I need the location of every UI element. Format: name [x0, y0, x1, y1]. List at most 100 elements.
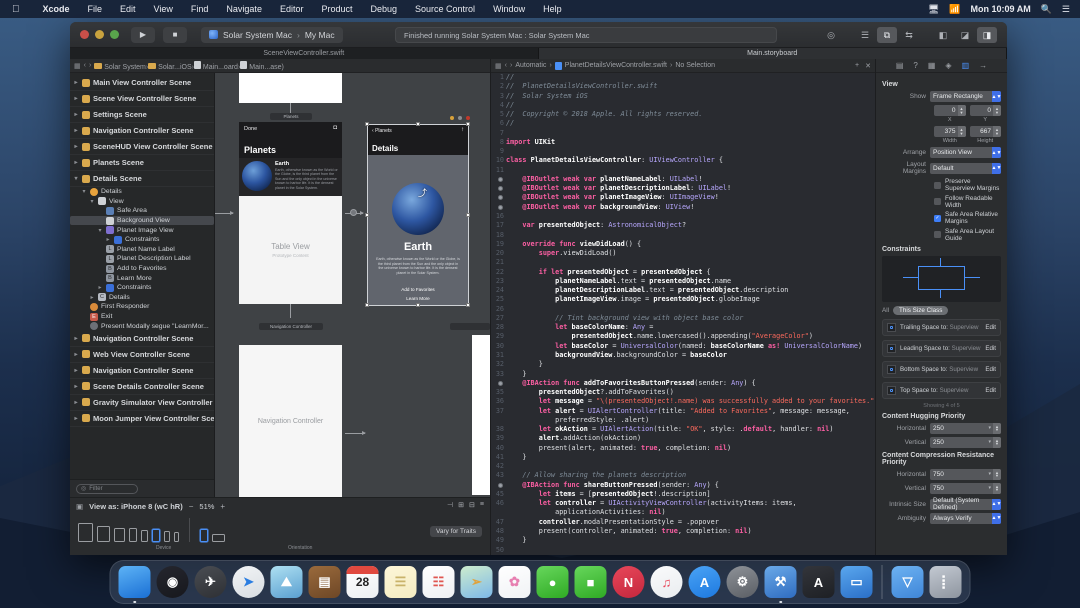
attributes-inspector-tab[interactable]: ◈ — [945, 61, 951, 70]
menu-file[interactable]: File — [79, 4, 112, 14]
disclosure-triangle[interactable]: ▾ — [73, 175, 79, 182]
segment-this-size-class[interactable]: This Size Class — [893, 305, 949, 315]
details-view-controller[interactable]: ‹ Planets ↑ Details Earth Earth, otherwi… — [367, 124, 469, 306]
dock-facetime[interactable]: ■ — [574, 566, 607, 598]
stepper[interactable]: ▲ ▼ — [993, 482, 1001, 494]
outline-item[interactable]: ▸ C Details — [70, 293, 214, 303]
identity-inspector-tab[interactable]: ▦ — [928, 61, 936, 70]
outline-item[interactable]: ▸ Settings Scene — [70, 107, 214, 123]
planets-book-icon[interactable]: ◘ — [333, 125, 337, 131]
outline-item[interactable]: ▸ Constraints — [70, 235, 214, 245]
code-line[interactable]: 1// — [491, 73, 875, 82]
dock-xcode[interactable]: ⚒ — [764, 566, 797, 603]
menu-product[interactable]: Product — [312, 4, 361, 14]
code-line[interactable]: 26 — [491, 305, 875, 314]
outline-item[interactable]: ▸ Moon Jumper View Controller Scene — [70, 411, 214, 427]
code-line[interactable]: 35 presentedObject?.addToFavorites() — [491, 388, 875, 397]
outline-filter-input[interactable]: ◎ Filter — [76, 483, 138, 494]
breadcrumb-segment[interactable]: Solar System — [102, 64, 146, 71]
jump-file[interactable]: PlanetDetailsViewController.swift — [565, 62, 667, 69]
code-line[interactable]: @IBAction func shareButtonPressed(sender… — [491, 481, 875, 490]
embed-button[interactable]: ⊟ — [469, 501, 475, 509]
stepper[interactable]: ▲ ▼ — [993, 422, 1001, 434]
details-back-button[interactable]: ‹ Planets — [372, 128, 392, 134]
checkbox[interactable]: ✓ — [934, 214, 941, 222]
code-line[interactable]: 42 — [491, 462, 875, 471]
jump-selection[interactable]: No Selection — [675, 62, 715, 69]
dock-notes[interactable]: ☰ — [384, 566, 417, 598]
x-field[interactable]: 0 ▲ ▼ — [934, 105, 966, 116]
minimize-window-button[interactable] — [95, 30, 104, 39]
height-field[interactable]: 667 ▲ ▼ — [969, 126, 1001, 137]
code-line[interactable]: @IBOutlet weak var planetDescriptionLabe… — [491, 184, 875, 193]
dock-preview[interactable]: ⛰ — [270, 566, 303, 598]
spotlight-icon[interactable]: 🔍 — [1041, 4, 1052, 15]
menu-find[interactable]: Find — [182, 4, 218, 14]
device-option-2[interactable] — [114, 528, 125, 542]
outline-item[interactable]: ▸ Navigation Controller Scene — [70, 331, 214, 347]
device-option-3[interactable] — [129, 528, 137, 542]
code-line[interactable]: 30 let baseColor = UniversalColor(named:… — [491, 342, 875, 351]
scheme-target[interactable]: My Mac — [305, 30, 335, 40]
checkbox[interactable] — [934, 198, 941, 205]
library-button[interactable]: ◎ — [821, 27, 841, 43]
disclosure-triangle[interactable]: ▸ — [73, 415, 79, 422]
code-line[interactable]: 48 present(controller, animated: true, c… — [491, 527, 875, 536]
inspector-panel-toggle[interactable]: ◨ — [977, 27, 997, 43]
code-line[interactable]: 39 alert.addAction(okAction) — [491, 434, 875, 443]
resolve-autolayout-button[interactable]: ≡ — [480, 501, 484, 509]
menu-window[interactable]: Window — [484, 4, 534, 14]
code-line[interactable]: 49 } — [491, 536, 875, 545]
disclosure-triangle[interactable]: ▾ — [81, 188, 87, 195]
code-line[interactable]: 43 // Allow sharing the planets descript… — [491, 471, 875, 480]
disclosure-triangle[interactable]: ▾ — [97, 227, 103, 234]
constraint-edit-button[interactable]: Edit — [985, 345, 996, 352]
code-line[interactable]: 9 — [491, 147, 875, 156]
outline-item[interactable]: Present Modally segue "LearnMor... — [70, 321, 214, 331]
orientation-portrait[interactable] — [200, 529, 208, 542]
disclosure-triangle[interactable]: ▾ — [89, 198, 95, 205]
code-line[interactable]: 37 let alert = UIAlertController(title: … — [491, 407, 875, 416]
disclosure-triangle[interactable]: ▸ — [73, 335, 79, 342]
back-button[interactable]: ‹ — [505, 62, 507, 69]
code-line[interactable]: 5// Copyright © 2018 Apple. All rights r… — [491, 110, 875, 119]
outline-item[interactable]: Safe Area — [70, 206, 214, 216]
code-line[interactable]: 23 planetNameLabel.text = presentedObjec… — [491, 277, 875, 286]
device-option-4[interactable] — [141, 530, 148, 542]
intrinsic-size-dropdown[interactable]: Default (System Defined) ▲▼ — [930, 497, 1001, 511]
constraint-edit-button[interactable]: Edit — [985, 366, 996, 373]
forward-button[interactable]: › — [89, 62, 91, 69]
zoom-out-button[interactable]: − — [189, 502, 194, 511]
screen-sharing-icon[interactable]: 🖥 — [928, 4, 939, 15]
code-line[interactable]: 7 — [491, 129, 875, 138]
dock-contacts[interactable]: ▤ — [308, 566, 341, 598]
nav-controller-mini-label[interactable]: Navigation Controller — [259, 323, 323, 330]
version-editor-button[interactable]: ⇆ — [899, 27, 919, 43]
menu-edit[interactable]: Edit — [111, 4, 145, 14]
connection-dot[interactable] — [498, 482, 503, 488]
window-tab-Main.storyboard[interactable]: Main.storyboard — [538, 48, 1007, 59]
outline-item[interactable]: ▸ Constraints — [70, 283, 214, 293]
code-line[interactable]: 45 let items = [presentedObject!.descrip… — [491, 490, 875, 499]
code-line[interactable]: 19 override func viewDidLoad() { — [491, 240, 875, 249]
code-line[interactable]: 40 present(alert, animated: true, comple… — [491, 444, 875, 453]
disclosure-triangle[interactable]: ▸ — [73, 95, 79, 102]
assistant-editor-button[interactable]: ⧉ — [877, 27, 897, 43]
outline-item[interactable]: B Add to Favorites — [70, 264, 214, 274]
device-option-1[interactable] — [97, 526, 110, 542]
device-bar-toggle-icon[interactable]: ▣ — [76, 502, 83, 511]
dock-launchpad[interactable]: ✈ — [194, 566, 227, 598]
menu-xcode[interactable]: Xcode — [34, 4, 79, 14]
code-line[interactable]: 22 if let presentedObject = presentedObj… — [491, 268, 875, 277]
details-share-icon[interactable]: ↑ — [461, 127, 464, 133]
code-line[interactable]: @IBOutlet weak var planetImageView: UIIm… — [491, 193, 875, 202]
outline-item[interactable]: ▸ Main View Controller Scene — [70, 75, 214, 91]
close-window-button[interactable] — [80, 30, 89, 39]
priority-field[interactable]: 750 ▾ ▲ ▼ — [930, 482, 1001, 494]
navigation-controller-card[interactable]: Navigation Controller — [239, 345, 342, 497]
dock-app-store[interactable]: A — [688, 566, 721, 598]
code-line[interactable]: 32 } — [491, 360, 875, 369]
window-tab-SceneViewController.swift[interactable]: SceneViewController.swift — [70, 48, 539, 59]
menu-view[interactable]: View — [145, 4, 182, 14]
checkbox[interactable] — [934, 181, 941, 189]
